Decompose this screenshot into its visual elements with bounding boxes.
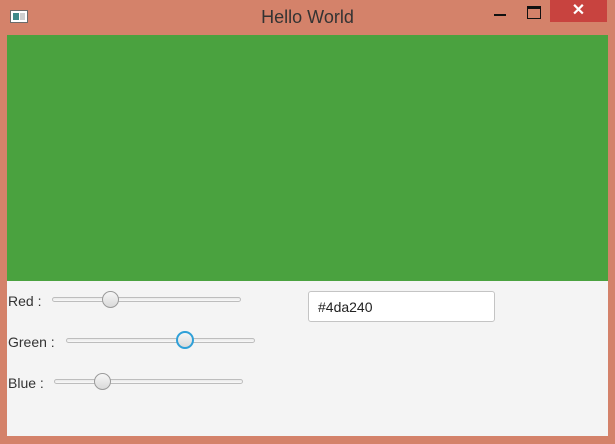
hex-color-field[interactable] <box>308 291 495 322</box>
blue-slider[interactable] <box>54 371 243 393</box>
color-preview <box>7 35 608 281</box>
red-slider-thumb[interactable] <box>101 291 119 308</box>
red-slider[interactable] <box>52 289 241 311</box>
close-icon: ✕ <box>571 2 586 19</box>
title-bar[interactable]: Hello World ✕ <box>0 0 615 34</box>
content-area: Red : Green : Blue : <box>7 35 608 436</box>
close-button[interactable]: ✕ <box>550 0 607 22</box>
red-label: Red : <box>8 293 42 309</box>
green-label: Green : <box>8 334 55 350</box>
blue-slider-thumb[interactable] <box>94 373 112 390</box>
blue-slider-track[interactable] <box>54 379 243 384</box>
red-slider-track[interactable] <box>52 297 241 302</box>
green-slider[interactable] <box>66 330 255 352</box>
app-window: Hello World ✕ Red : Green : Blue : <box>0 0 615 444</box>
minimize-button[interactable] <box>484 0 516 22</box>
green-slider-track[interactable] <box>66 338 255 343</box>
green-slider-thumb[interactable] <box>176 331 195 349</box>
maximize-button[interactable] <box>518 0 550 22</box>
blue-label: Blue : <box>8 375 44 391</box>
